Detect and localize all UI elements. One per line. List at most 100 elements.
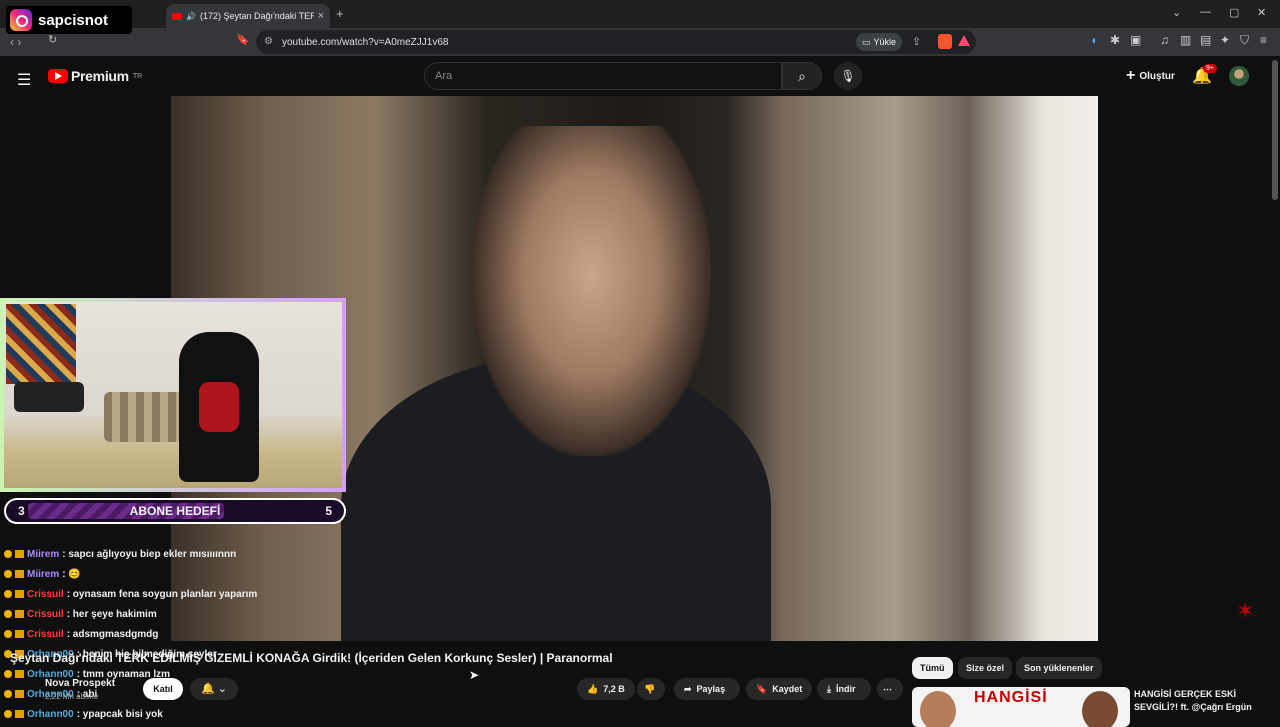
account-avatar[interactable]	[1229, 66, 1249, 86]
thumbs-down-icon: 👎	[644, 683, 656, 694]
chat-username: Miirem	[27, 548, 60, 560]
download-button[interactable]: ⤓ İndir	[817, 678, 871, 700]
recommended-video-thumbnail[interactable]: HANGİSİ	[912, 687, 1130, 727]
vpn-icon[interactable]: ⛉	[1240, 33, 1249, 48]
close-window-icon[interactable]: ✕	[1257, 6, 1266, 19]
youtube-header: ☰ Premium TR Ara ⌕ 🎙 + Oluştur 🔔 9+	[0, 56, 1280, 96]
browser-tab[interactable]: 🔊 (172) Şeytan Dağı'ndaki TERK ×	[166, 4, 330, 28]
plus-icon: +	[1126, 67, 1136, 84]
chat-username: Crissuil	[27, 608, 64, 620]
brave-shields-icon[interactable]	[938, 34, 952, 49]
menu-icon[interactable]: ≡	[1260, 33, 1267, 47]
webcam-gaming-chair	[179, 332, 259, 482]
thumbs-up-icon: 👍	[587, 683, 599, 694]
chat-message: Orhann00: ypapcak bisi yok	[0, 704, 400, 724]
sidebar-icon[interactable]: ▥	[1180, 33, 1191, 47]
like-button[interactable]: 👍 7,2 B	[577, 678, 635, 700]
save-icon: 🔖	[756, 683, 768, 694]
screenshot-icon[interactable]: ▣	[1130, 33, 1141, 47]
search-button[interactable]: ⌕	[782, 62, 822, 90]
subscriber-goal-bar: 3 ABONE HEDEFİ 5	[4, 498, 346, 524]
browser-toolbar: ↻ 🔖 ⚙ youtube.com/watch?v=A0meZJJ1v68 ▭ …	[0, 28, 1280, 56]
media-icon[interactable]: ♫	[1160, 33, 1169, 47]
subscription-bell-button[interactable]: 🔔 ⌄	[190, 678, 238, 700]
chat-text: : oynasam fena soygun planları yaparım	[66, 588, 258, 600]
member-badge-icon	[4, 630, 12, 638]
platform-badge-icon	[15, 670, 24, 678]
maximize-icon[interactable]: ▢	[1229, 6, 1239, 19]
tab-title: (172) Şeytan Dağı'ndaki TERK	[199, 11, 314, 21]
chat-username: Crissuil	[27, 588, 64, 600]
chat-text: : adsmgmasdgmdg	[66, 628, 159, 640]
brave-rewards-icon[interactable]	[958, 35, 970, 46]
platform-badge-icon	[15, 630, 24, 638]
create-label: Oluştur	[1139, 70, 1175, 82]
site-info-icon[interactable]: ⚙	[264, 36, 273, 47]
chip-for-you[interactable]: Size özel	[958, 657, 1013, 679]
new-tab-icon[interactable]: +	[336, 6, 344, 21]
reload-icon[interactable]: ↻	[48, 33, 57, 46]
chat-username: Miirem	[27, 568, 60, 580]
logo-country: TR	[132, 72, 143, 80]
tab-search-icon[interactable]: ⌄	[1172, 6, 1181, 19]
video-person-face	[471, 126, 711, 456]
minimize-icon[interactable]: —	[1200, 6, 1211, 18]
search-icon: ⌕	[798, 68, 806, 84]
subscriber-count: 2,22 Mn abone	[45, 692, 99, 701]
chat-username: Crissuil	[27, 628, 64, 640]
youtube-play-icon	[48, 69, 68, 83]
member-badge-icon	[4, 710, 12, 718]
chip-all[interactable]: Tümü	[912, 657, 953, 679]
voice-search-button[interactable]: 🎙	[834, 62, 862, 90]
hamburger-menu-icon[interactable]: ☰	[17, 70, 31, 90]
youtube-logo[interactable]: Premium TR	[48, 68, 142, 84]
youtube-favicon-icon	[172, 12, 182, 20]
save-button[interactable]: 🔖 Kaydet	[746, 678, 812, 700]
webcam-overlay	[0, 298, 346, 492]
like-count: 7,2 B	[603, 684, 625, 694]
save-label: Kaydet	[772, 684, 803, 694]
url-text: youtube.com/watch?v=A0meZJJ1v68	[282, 36, 449, 48]
download-label: İndir	[835, 684, 856, 694]
chip-recently-uploaded[interactable]: Son yüklenenler	[1016, 657, 1102, 679]
member-badge-icon	[4, 570, 12, 578]
page-scrollbar[interactable]	[1272, 60, 1278, 200]
extension-icon[interactable]: ✱	[1110, 33, 1120, 47]
chat-username: Orhann00	[27, 708, 74, 720]
brand-handle: sapcisnot	[38, 11, 109, 29]
dislike-button[interactable]: 👎	[637, 678, 665, 700]
share-button[interactable]: ➦ Paylaş	[674, 678, 740, 700]
create-button[interactable]: + Oluştur	[1118, 64, 1183, 88]
back-forward-icon[interactable]: ‹ ›	[10, 35, 21, 49]
install-label: Yükle	[873, 37, 897, 47]
platform-badge-icon	[15, 590, 24, 598]
recommended-video-title[interactable]: HANGİSİ GERÇEK ESKİ SEVGİLİ?! ft. @Çağrı…	[1134, 688, 1274, 714]
wallet-icon[interactable]: ▤	[1200, 33, 1211, 47]
logo-text: Premium	[71, 68, 129, 84]
mouse-cursor-icon: ➤	[469, 668, 480, 682]
channel-name[interactable]: Nova Prospekt	[45, 678, 115, 689]
install-app-button[interactable]: ▭ Yükle	[856, 33, 903, 51]
install-icon: ▭	[862, 36, 871, 47]
share-icon[interactable]: ⇪	[912, 35, 921, 48]
join-button[interactable]: Katıl	[143, 678, 183, 700]
pentagram-icon: ✶	[1236, 598, 1255, 623]
ai-icon[interactable]: ✦	[1220, 33, 1230, 47]
chat-text: : ypapcak bisi yok	[76, 708, 163, 720]
address-bar[interactable]: ⚙ youtube.com/watch?v=A0meZJJ1v68 ▭ Yükl…	[256, 30, 976, 54]
chat-text: : sapcı ağlıyoyu biep ekler mısıııınnn	[62, 548, 237, 560]
member-badge-icon	[4, 610, 12, 618]
share-label: Paylaş	[696, 684, 726, 694]
audio-extension-icon[interactable]: ◖	[1090, 33, 1097, 47]
close-tab-icon[interactable]: ×	[318, 10, 324, 22]
streamer-brand-overlay: sapcisnot	[6, 6, 132, 34]
thumb-person-left	[920, 691, 956, 727]
member-badge-icon	[4, 550, 12, 558]
browser-tab-strip: 🔊 (172) Şeytan Dağı'ndaki TERK × + ⌄ — ▢…	[0, 0, 1280, 28]
chat-message: Crissuil: oynasam fena soygun planları y…	[0, 584, 400, 604]
more-actions-button[interactable]: ⋯	[877, 678, 903, 700]
bookmark-icon[interactable]: 🔖	[236, 33, 250, 46]
member-badge-icon	[4, 690, 12, 698]
webcam-microphone	[14, 382, 84, 412]
search-input[interactable]: Ara	[424, 62, 782, 90]
